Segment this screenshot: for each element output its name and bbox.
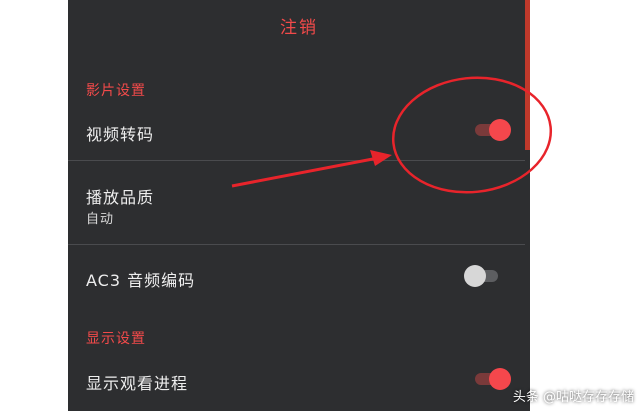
divider (68, 160, 525, 161)
toggle-thumb (489, 119, 511, 141)
screenshot-page: 注销 影片设置 视频转码 播放品质 自动 AC3 音频编码 显示设置 显示观看进… (0, 0, 640, 411)
logout-button[interactable]: 注销 (68, 13, 530, 38)
transcode-toggle[interactable] (473, 119, 511, 141)
toggle-thumb (489, 368, 511, 390)
watermark: 头条 @咕哒存存存储 (512, 390, 634, 405)
ac3-toggle[interactable] (464, 265, 500, 287)
transcode-label: 视频转码 (86, 125, 155, 144)
section-title-video: 影片设置 (86, 83, 146, 99)
section-title-display: 显示设置 (86, 331, 146, 347)
divider (68, 244, 525, 245)
quality-label[interactable]: 播放品质 (86, 184, 154, 208)
ac3-label: AC3 音频编码 (86, 271, 196, 290)
settings-panel: 注销 影片设置 视频转码 播放品质 自动 AC3 音频编码 显示设置 显示观看进… (68, 0, 530, 411)
progress-label: 显示观看进程 (86, 374, 189, 393)
quality-value: 自动 (86, 212, 115, 227)
toggle-thumb (464, 265, 486, 287)
progress-toggle[interactable] (473, 368, 511, 390)
